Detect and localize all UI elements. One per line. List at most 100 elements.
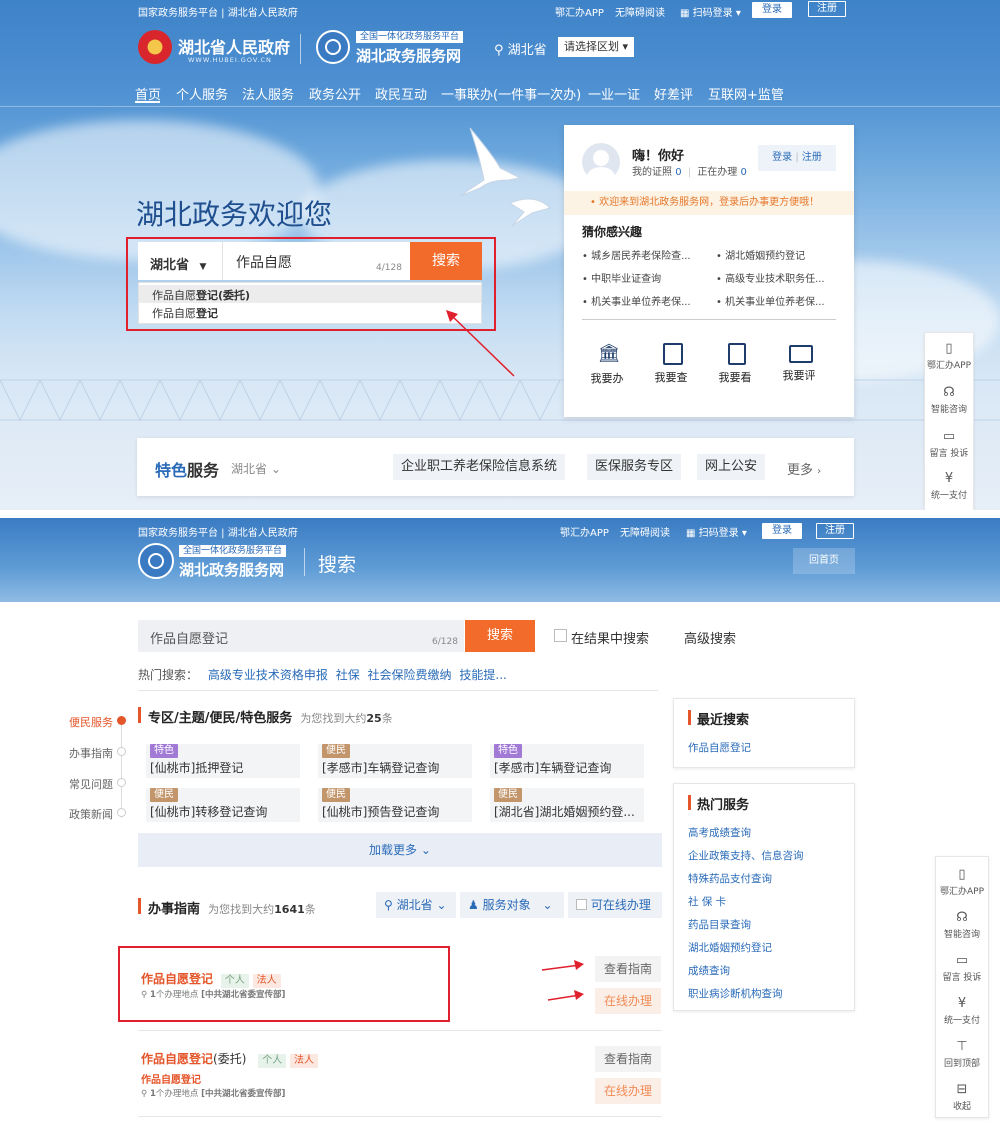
service-card[interactable]: 特色 [仙桃市]抵押登记 xyxy=(146,744,300,778)
service-card[interactable]: 特色 [孝感市]车辆登记查询 xyxy=(490,744,644,778)
login-button[interactable]: 登录 xyxy=(752,2,792,18)
hot-search-item[interactable]: 技能提... xyxy=(459,668,506,682)
load-more-button[interactable]: 加载更多 ⌄ xyxy=(138,833,662,867)
search-scope-select[interactable]: 湖北省 ▼ xyxy=(150,254,206,273)
view-guide-button[interactable]: 查看指南 xyxy=(595,956,661,982)
scan-login-link[interactable]: ▦ 扫码登录 ▾ xyxy=(686,524,747,539)
nav-item-rating[interactable]: 好差评 xyxy=(654,84,693,103)
featured-item[interactable]: 企业职工养老保险信息系统 xyxy=(393,454,566,480)
action-comment[interactable]: 我要评 xyxy=(783,343,816,383)
nav-item-interaction[interactable]: 政民互动 xyxy=(375,84,427,103)
result-title[interactable]: 作品自愿登记 xyxy=(141,1052,213,1066)
result-title[interactable]: 作品自愿登记 xyxy=(141,972,213,986)
hot-service-item[interactable]: 成绩查询 xyxy=(688,963,730,978)
online-filter[interactable]: 可在线办理 xyxy=(568,892,662,918)
result-subtitle[interactable]: 作品自愿登记 xyxy=(141,1071,201,1086)
hot-search-item[interactable]: 社保 xyxy=(336,668,360,682)
register-button[interactable]: 注册 xyxy=(816,523,854,539)
featured-item[interactable]: 医保服务专区 xyxy=(587,454,682,480)
view-guide-button[interactable]: 查看指南 xyxy=(595,1046,661,1072)
certs-count[interactable]: 0 xyxy=(675,167,681,178)
hot-service-item[interactable]: 特殊药品支付查询 xyxy=(688,871,772,886)
interest-item[interactable]: • 湖北婚姻预约登记 xyxy=(716,247,805,262)
featured-item[interactable]: 网上公安 xyxy=(697,454,766,480)
search-button[interactable]: 搜索 xyxy=(465,620,535,652)
left-nav-item[interactable]: 政策新闻 xyxy=(69,806,113,822)
nav-item-supervision[interactable]: 互联网+监管 xyxy=(708,84,784,103)
handling-count[interactable]: 0 xyxy=(741,167,747,178)
hot-service-item[interactable]: 高考成绩查询 xyxy=(688,825,751,840)
interest-item[interactable]: • 中职毕业证查询 xyxy=(582,270,661,285)
app-link[interactable]: 鄂汇办APP xyxy=(560,524,609,539)
scan-login-link[interactable]: ▦ 扫码登录 ▾ xyxy=(680,4,741,19)
portal-title[interactable]: 湖北政务服务网 xyxy=(179,559,284,580)
action-view[interactable]: 我要看 xyxy=(719,343,752,385)
in-results-checkbox[interactable] xyxy=(554,629,567,642)
search-input[interactable]: 作品自愿 xyxy=(236,252,292,272)
featured-more-link[interactable]: 更多 › xyxy=(787,459,821,478)
action-query[interactable]: 我要查 xyxy=(655,343,688,385)
online-filter-checkbox[interactable] xyxy=(576,899,587,910)
float-message[interactable]: ▭ 留言 投诉 xyxy=(936,953,988,983)
float-app[interactable]: ▯ 鄂汇办APP xyxy=(925,341,973,371)
in-results-label[interactable]: 在结果中搜索 xyxy=(571,628,649,647)
left-nav-item-active[interactable]: 便民服务 xyxy=(69,714,113,730)
float-to-top[interactable]: ⊤ 回到顶部 xyxy=(936,1039,988,1069)
top-left-links[interactable]: 国家政务服务平台 | 湖北省人民政府 xyxy=(138,4,298,19)
nav-item-legal[interactable]: 法人服务 xyxy=(242,84,294,103)
register-button[interactable]: 注册 xyxy=(808,1,846,17)
accessible-reading-link[interactable]: 无障碍阅读 xyxy=(615,4,665,19)
app-link[interactable]: 鄂汇办APP xyxy=(555,4,604,19)
float-pay[interactable]: ¥ 统一支付 xyxy=(925,471,973,501)
hot-service-item[interactable]: 企业政策支持、信息咨询 xyxy=(688,848,804,863)
interest-item[interactable]: • 高级专业技术职务任... xyxy=(716,270,825,285)
service-card[interactable]: 便民 [仙桃市]转移登记查询 xyxy=(146,788,300,822)
suggestion-item[interactable]: 作品自愿登记 xyxy=(152,305,218,321)
region-select[interactable]: 请选择区划 ▾ xyxy=(558,37,634,57)
nav-item-license[interactable]: 一业一证 xyxy=(588,84,640,103)
login-button[interactable]: 登录 xyxy=(762,523,802,539)
interest-item[interactable]: • 城乡居民养老保险查... xyxy=(582,247,691,262)
nav-item-personal[interactable]: 个人服务 xyxy=(176,84,228,103)
float-collapse[interactable]: ⊟ 收起 xyxy=(936,1082,988,1112)
hot-search-item[interactable]: 社会保险费缴纳 xyxy=(368,668,452,682)
service-card[interactable]: 便民 [仙桃市]预告登记查询 xyxy=(318,788,472,822)
hot-service-item[interactable]: 社 保 卡 xyxy=(688,894,726,909)
suggestion-item[interactable]: 作品自愿登记(委托) xyxy=(152,287,250,303)
hot-search-item[interactable]: 高级专业技术资格申报 xyxy=(208,668,328,682)
advanced-search-link[interactable]: 高级搜索 xyxy=(684,628,736,647)
float-pay[interactable]: ¥ 统一支付 xyxy=(936,996,988,1026)
certs-label[interactable]: 我的证照 xyxy=(632,167,672,178)
search-button[interactable]: 搜索 xyxy=(410,242,482,280)
hot-service-item[interactable]: 职业病诊断机构查询 xyxy=(688,986,783,1001)
float-app[interactable]: ▯ 鄂汇办APP xyxy=(936,867,988,897)
target-filter[interactable]: ♟ 服务对象 ⌄ xyxy=(460,892,564,918)
float-consult[interactable]: ☊ 智能咨询 xyxy=(936,910,988,940)
online-apply-button[interactable]: 在线办理 xyxy=(595,988,661,1014)
left-nav-item[interactable]: 常见问题 xyxy=(69,776,113,792)
accessible-reading-link[interactable]: 无障碍阅读 xyxy=(620,524,670,539)
float-consult[interactable]: ☊ 智能咨询 xyxy=(925,385,973,415)
region-filter[interactable]: ⚲ 湖北省 ⌄ xyxy=(376,892,456,918)
left-nav-item[interactable]: 办事指南 xyxy=(69,745,113,761)
card-login-button[interactable]: 登录 xyxy=(772,152,792,163)
service-card[interactable]: 便民 [孝感市]车辆登记查询 xyxy=(318,744,472,778)
hot-service-item[interactable]: 药品目录查询 xyxy=(688,917,751,932)
top-left-links[interactable]: 国家政务服务平台 | 湖北省人民政府 xyxy=(138,524,298,539)
featured-region-select[interactable]: 湖北省 ⌄ xyxy=(231,460,281,477)
action-do[interactable]: 🏛 我要办 xyxy=(591,343,624,386)
search-input[interactable]: 作品自愿登记 xyxy=(150,628,228,647)
interest-item[interactable]: • 机关事业单位养老保... xyxy=(582,293,691,308)
hot-service-item[interactable]: 湖北婚姻预约登记 xyxy=(688,940,772,955)
float-message[interactable]: ▭ 留言 投诉 xyxy=(925,429,973,459)
recent-search-item[interactable]: 作品自愿登记 xyxy=(688,740,751,755)
home-link-button[interactable]: 回首页 xyxy=(793,548,855,574)
handling-label[interactable]: 正在办理 xyxy=(697,167,737,178)
gov-title[interactable]: 湖北省人民政府 xyxy=(178,34,290,58)
online-apply-button[interactable]: 在线办理 xyxy=(595,1078,661,1104)
card-register-button[interactable]: 注册 xyxy=(802,152,822,163)
nav-item-joint[interactable]: 一事联办(一件事一次办) xyxy=(441,84,581,103)
interest-item[interactable]: • 机关事业单位养老保... xyxy=(716,293,825,308)
nav-item-public[interactable]: 政务公开 xyxy=(309,84,361,103)
portal-title[interactable]: 湖北政务服务网 xyxy=(356,45,461,66)
